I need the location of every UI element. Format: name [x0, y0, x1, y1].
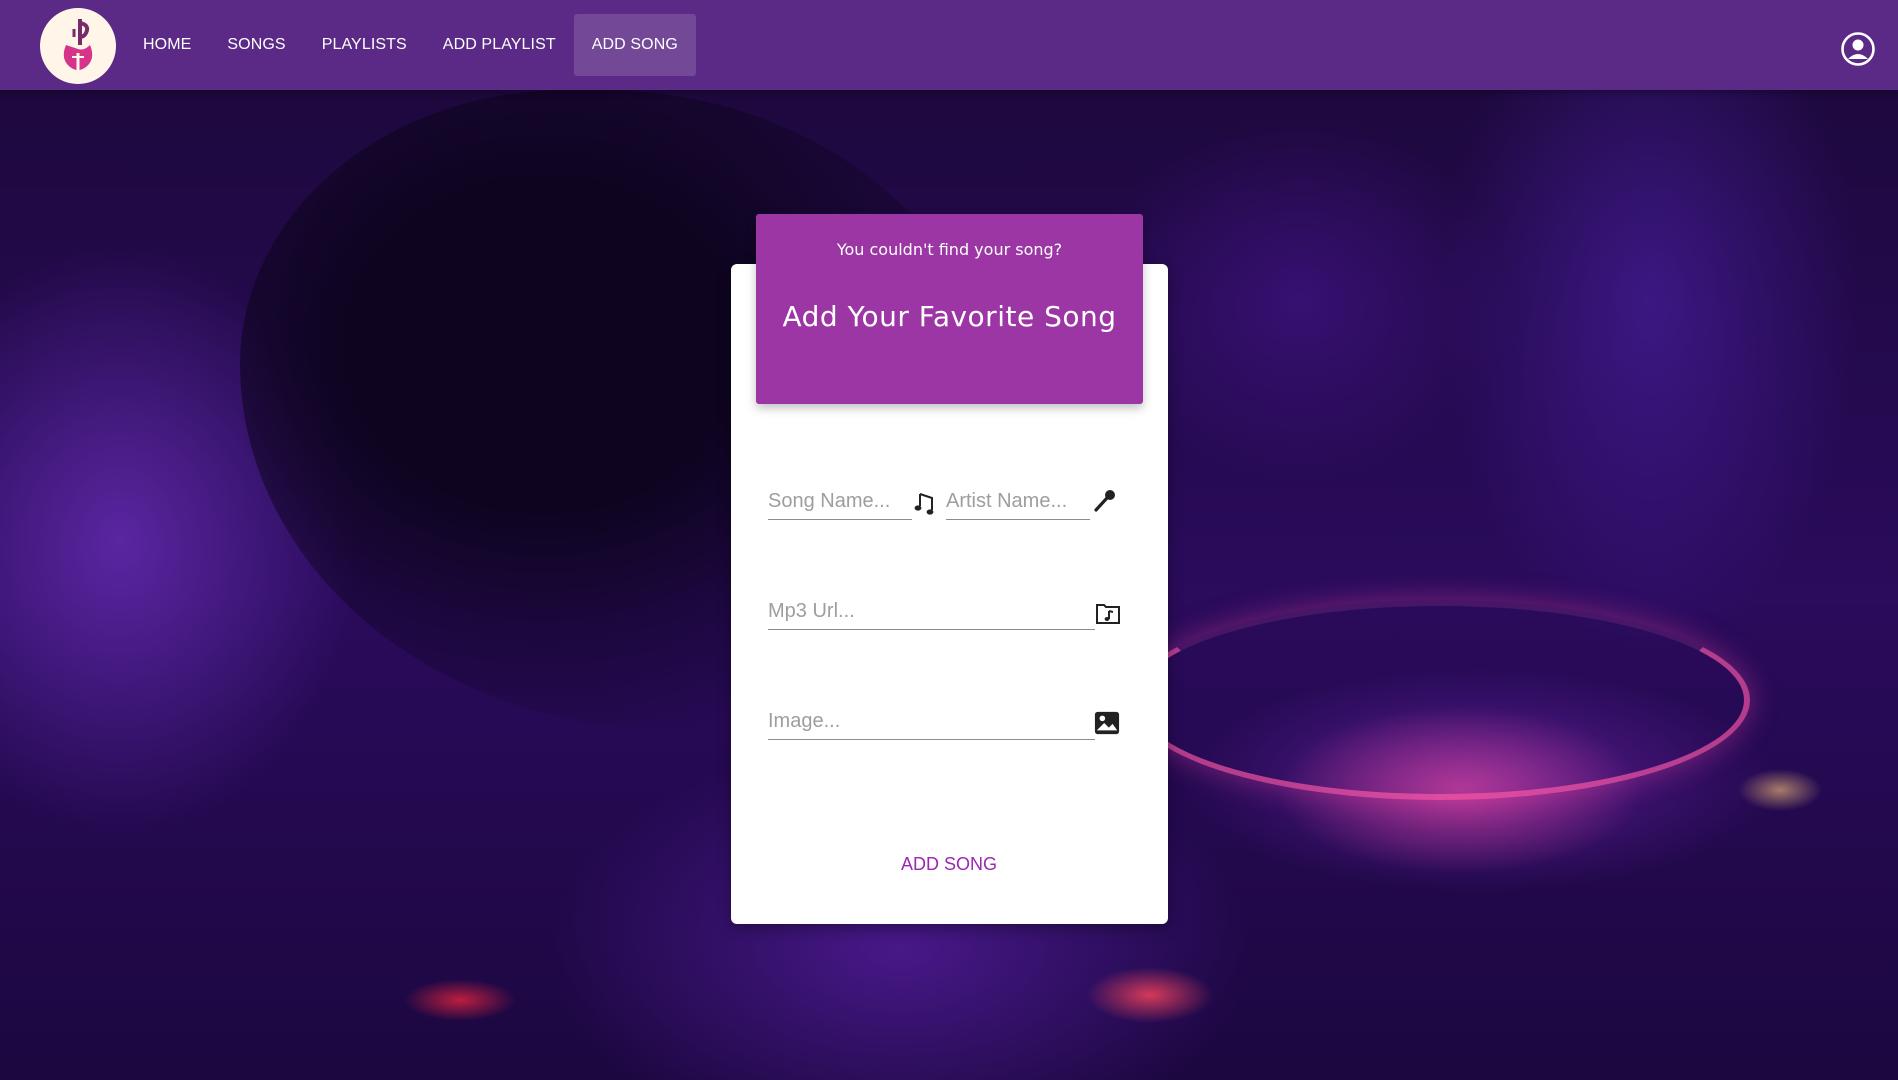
image-url-input[interactable]	[768, 704, 1095, 738]
image-url-field	[768, 704, 1095, 740]
artist-name-input[interactable]	[946, 484, 1090, 518]
nav-songs[interactable]: SONGS	[209, 14, 303, 76]
account-button[interactable]	[1840, 31, 1876, 67]
account-circle-icon	[1841, 32, 1875, 66]
music-notes-icon	[913, 490, 939, 516]
app-logo[interactable]	[40, 8, 116, 84]
nav-home[interactable]: HOME	[125, 14, 209, 76]
nav-add-playlist[interactable]: ADD PLAYLIST	[425, 14, 574, 76]
nav-playlists[interactable]: PLAYLISTS	[304, 14, 425, 76]
mp3-url-input[interactable]	[768, 594, 1095, 628]
card-subtitle: You couldn't find your song?	[836, 240, 1063, 259]
background-turntable-ring	[1130, 600, 1750, 800]
mp3-url-field	[768, 594, 1095, 630]
top-navbar: HOME SONGS PLAYLISTS ADD PLAYLIST ADD SO…	[0, 0, 1898, 90]
nav-add-song[interactable]: ADD SONG	[573, 14, 696, 76]
song-name-field	[768, 484, 912, 520]
artist-name-field	[946, 484, 1090, 520]
nav-links: HOME SONGS PLAYLISTS ADD PLAYLIST ADD SO…	[125, 14, 696, 76]
add-song-submit-button[interactable]: ADD SONG	[868, 848, 1030, 880]
card-header: You couldn't find your song? Add Your Fa…	[756, 214, 1143, 404]
microphone-icon	[1092, 488, 1118, 514]
song-name-input[interactable]	[768, 484, 912, 518]
card-title: Add Your Favorite Song	[782, 300, 1117, 333]
music-folder-icon	[1095, 600, 1121, 626]
guitar-logo-icon	[63, 19, 93, 73]
image-icon	[1094, 710, 1120, 736]
